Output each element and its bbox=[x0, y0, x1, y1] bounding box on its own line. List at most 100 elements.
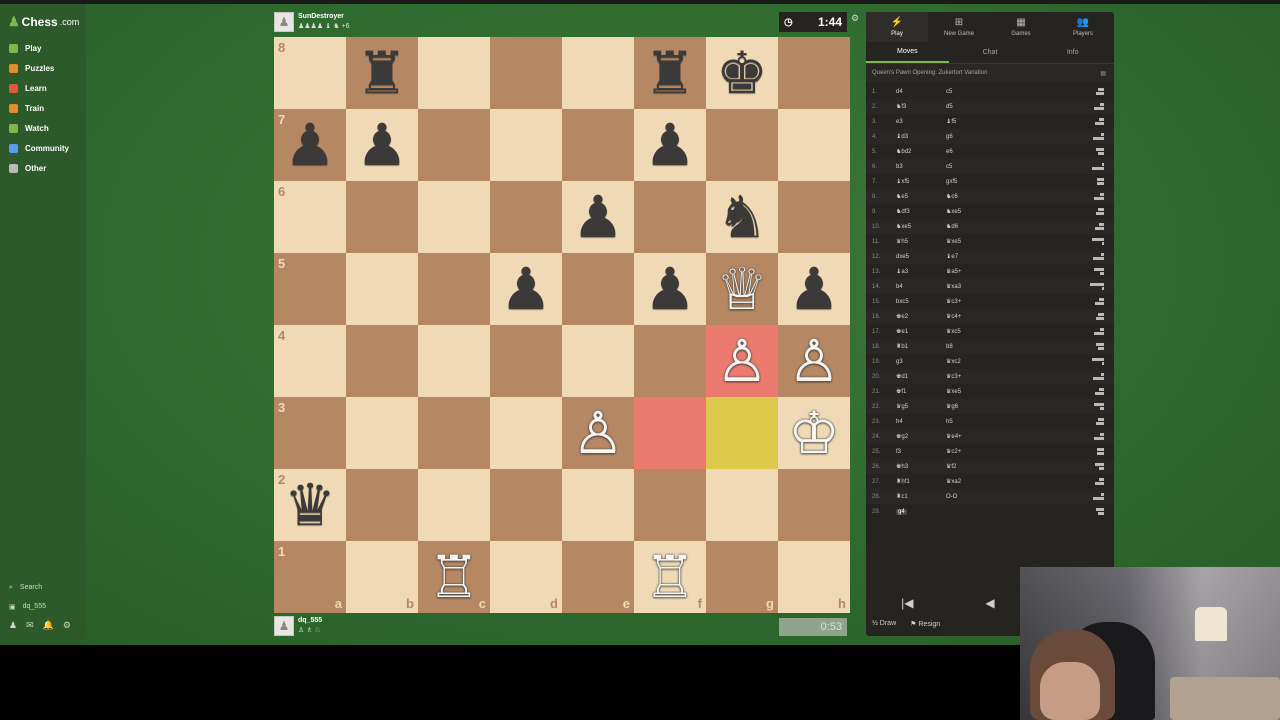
black-move[interactable]: c5 bbox=[946, 89, 996, 95]
square-e4[interactable] bbox=[562, 325, 634, 397]
subtab-moves[interactable]: Moves bbox=[866, 42, 949, 63]
black-piece-a2[interactable]: ♛ bbox=[274, 469, 346, 541]
white-move[interactable]: ♝d3 bbox=[896, 133, 946, 140]
white-move[interactable]: g3 bbox=[896, 359, 946, 365]
square-g1[interactable]: g bbox=[706, 541, 778, 613]
first-move-button[interactable]: |◀ bbox=[887, 596, 927, 610]
sidebar-item-train[interactable]: Train bbox=[0, 98, 86, 118]
white-piece-g5[interactable]: ♕ bbox=[706, 253, 778, 325]
friends-icon[interactable]: ♟ bbox=[9, 620, 17, 631]
black-move[interactable]: d5 bbox=[946, 104, 996, 110]
white-piece-h3[interactable]: ♔ bbox=[778, 397, 850, 469]
black-move[interactable]: O-O bbox=[946, 494, 996, 500]
black-move[interactable]: ♛a5+ bbox=[946, 268, 996, 275]
black-move[interactable]: ♛c3+ bbox=[946, 298, 996, 305]
black-move[interactable]: ♝f5 bbox=[946, 118, 996, 125]
black-move[interactable]: ♝e7 bbox=[946, 253, 996, 260]
square-f6[interactable] bbox=[634, 181, 706, 253]
white-piece-g4[interactable]: ♙ bbox=[706, 325, 778, 397]
mail-icon[interactable]: ✉ bbox=[26, 620, 34, 631]
previous-move-button[interactable]: ◀ bbox=[970, 596, 1010, 610]
black-move[interactable]: ♛c3+ bbox=[946, 373, 996, 380]
square-e1[interactable]: e bbox=[562, 541, 634, 613]
white-move[interactable]: ♞e5 bbox=[896, 193, 946, 200]
square-c7[interactable] bbox=[418, 109, 490, 181]
black-move[interactable]: ♛g6 bbox=[946, 403, 996, 410]
square-h2[interactable] bbox=[778, 469, 850, 541]
square-h8[interactable] bbox=[778, 37, 850, 109]
tab-new-game[interactable]: ⊞ New Game bbox=[928, 12, 990, 42]
square-a8[interactable]: 8 bbox=[274, 37, 346, 109]
square-d7[interactable] bbox=[490, 109, 562, 181]
square-a5[interactable]: 5 bbox=[274, 253, 346, 325]
black-move[interactable]: c5 bbox=[946, 164, 996, 170]
square-h1[interactable]: h bbox=[778, 541, 850, 613]
black-piece-g8[interactable]: ♚ bbox=[706, 37, 778, 109]
black-piece-f5[interactable]: ♟ bbox=[634, 253, 706, 325]
square-e2[interactable] bbox=[562, 469, 634, 541]
square-c8[interactable] bbox=[418, 37, 490, 109]
sidebar-item-community[interactable]: Community bbox=[0, 138, 86, 158]
white-piece-h4[interactable]: ♙ bbox=[778, 325, 850, 397]
sidebar-item-learn[interactable]: Learn bbox=[0, 78, 86, 98]
square-b1[interactable]: b bbox=[346, 541, 418, 613]
notifications-icon[interactable]: 🔔 bbox=[43, 620, 54, 631]
white-move[interactable]: ♝xf5 bbox=[896, 178, 946, 185]
square-b5[interactable] bbox=[346, 253, 418, 325]
settings-gear-icon[interactable]: ⚙ bbox=[63, 620, 71, 631]
sidebar-item-puzzles[interactable]: Puzzles bbox=[0, 58, 86, 78]
white-piece-c1[interactable]: ♖ bbox=[418, 541, 490, 613]
white-move[interactable]: e3 bbox=[896, 119, 946, 125]
square-g3[interactable] bbox=[706, 397, 778, 469]
black-move[interactable]: ♞xe5 bbox=[946, 208, 996, 215]
black-move[interactable]: g6 bbox=[946, 134, 996, 140]
square-d4[interactable] bbox=[490, 325, 562, 397]
draw-button[interactable]: ½ Draw bbox=[872, 620, 896, 628]
white-piece-f1[interactable]: ♖ bbox=[634, 541, 706, 613]
white-move[interactable]: ♜hf1 bbox=[896, 478, 946, 485]
white-move[interactable]: ♚g2 bbox=[896, 433, 946, 440]
subtab-chat[interactable]: Chat bbox=[949, 42, 1032, 63]
white-move[interactable]: d4 bbox=[896, 89, 946, 95]
white-move[interactable]: bxc5 bbox=[896, 299, 946, 305]
square-e8[interactable] bbox=[562, 37, 634, 109]
square-a6[interactable]: 6 bbox=[274, 181, 346, 253]
sidebar-search[interactable]: ⌕ Search bbox=[0, 578, 86, 597]
black-move[interactable]: ♛xc2 bbox=[946, 358, 996, 365]
resign-button[interactable]: ⚑ Resign bbox=[910, 620, 940, 628]
black-piece-d5[interactable]: ♟ bbox=[490, 253, 562, 325]
top-player-name[interactable]: SunDestroyer bbox=[298, 12, 349, 22]
white-move[interactable]: h4 bbox=[896, 419, 946, 425]
white-move[interactable]: ♞xe5 bbox=[896, 223, 946, 230]
black-piece-a7[interactable]: ♟ bbox=[274, 109, 346, 181]
tab-games[interactable]: ▦ Games bbox=[990, 12, 1052, 42]
black-move[interactable]: ♛xe5 bbox=[946, 238, 996, 245]
white-move[interactable]: ♞bd2 bbox=[896, 148, 946, 155]
square-h7[interactable] bbox=[778, 109, 850, 181]
black-move[interactable]: b8 bbox=[946, 344, 996, 350]
black-move[interactable]: ♛xc5 bbox=[946, 328, 996, 335]
sidebar-item-play[interactable]: Play bbox=[0, 38, 86, 58]
black-move[interactable]: e6 bbox=[946, 149, 996, 155]
subtab-info[interactable]: Info bbox=[1031, 42, 1114, 63]
black-move[interactable]: ♛e4+ bbox=[946, 433, 996, 440]
square-e7[interactable] bbox=[562, 109, 634, 181]
white-move[interactable]: g4 bbox=[896, 508, 946, 515]
square-c5[interactable] bbox=[418, 253, 490, 325]
black-move[interactable]: ♞c6 bbox=[946, 193, 996, 200]
square-c4[interactable] bbox=[418, 325, 490, 397]
bottom-player-avatar[interactable]: ♟ bbox=[274, 616, 294, 636]
black-piece-e6[interactable]: ♟ bbox=[562, 181, 634, 253]
square-g7[interactable] bbox=[706, 109, 778, 181]
square-d1[interactable]: d bbox=[490, 541, 562, 613]
black-piece-f8[interactable]: ♜ bbox=[634, 37, 706, 109]
white-piece-e3[interactable]: ♙ bbox=[562, 397, 634, 469]
white-move[interactable]: ♞df3 bbox=[896, 208, 946, 215]
black-move[interactable]: h5 bbox=[946, 419, 996, 425]
square-d8[interactable] bbox=[490, 37, 562, 109]
square-d3[interactable] bbox=[490, 397, 562, 469]
black-move[interactable]: ♛c4+ bbox=[946, 313, 996, 320]
white-move[interactable]: ♞f3 bbox=[896, 103, 946, 110]
square-c6[interactable] bbox=[418, 181, 490, 253]
square-f2[interactable] bbox=[634, 469, 706, 541]
